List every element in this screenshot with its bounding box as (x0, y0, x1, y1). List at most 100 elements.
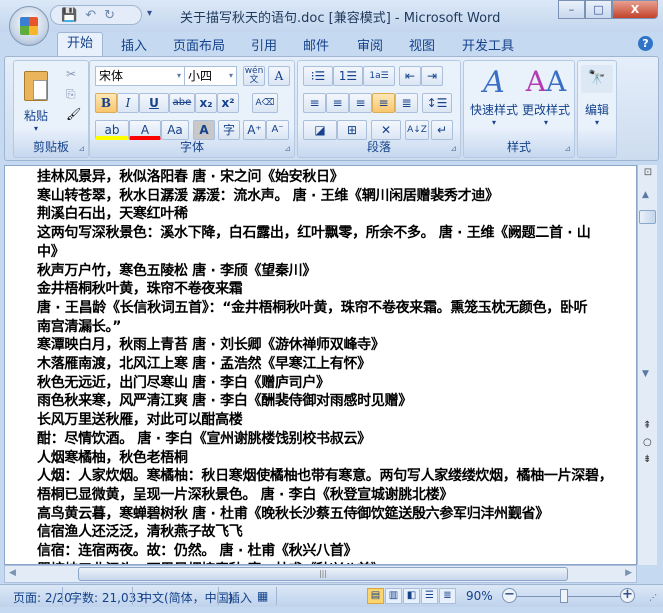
shrink-font-button[interactable]: A⁻ (266, 120, 289, 140)
document-line[interactable]: 人烟寒橘柚，秋色老梧桐 (37, 449, 627, 468)
language-indicator[interactable]: 中文(简体，中国) (140, 589, 233, 606)
dialog-launcher-icon[interactable]: ⊿ (564, 144, 571, 153)
print-layout-view-button[interactable]: ▤ (367, 588, 384, 604)
distributed-button[interactable]: ≣ (395, 93, 418, 113)
document-line[interactable]: 长风万里送秋雁，对此可以酣高楼 (37, 411, 627, 430)
character-shading-button[interactable]: A (193, 120, 215, 140)
resize-grip-icon[interactable]: ⋰ (649, 593, 657, 602)
scroll-thumb[interactable] (639, 210, 656, 224)
sort-button[interactable]: A↓Z (405, 120, 429, 140)
scroll-down-icon[interactable]: ▼ (642, 369, 649, 379)
quick-styles-button[interactable]: A 快速样式 ▾ (468, 65, 520, 127)
character-border-button[interactable]: A (268, 66, 290, 86)
dialog-launcher-icon[interactable]: ⊿ (284, 144, 291, 153)
highlight-button[interactable]: ab (95, 120, 129, 140)
align-left-button[interactable]: ≡ (303, 93, 326, 113)
change-case-button[interactable]: Aa (161, 120, 189, 140)
tab-home[interactable]: 开始 (57, 32, 103, 58)
phonetic-guide-button[interactable]: wén文 (243, 66, 265, 86)
undo-icon[interactable]: ↶ (85, 8, 96, 23)
tab-mailings[interactable]: 邮件 (303, 35, 329, 54)
document-line[interactable]: 唐 · 王昌龄《长信秋词五首》：“金井梧桐秋叶黄，珠帘不卷夜来霜。熏笼玉枕无颜色… (37, 299, 627, 318)
close-button[interactable]: X (612, 0, 658, 19)
cut-icon[interactable]: ✂ (66, 67, 76, 81)
decrease-indent-button[interactable]: ⇤ (399, 66, 421, 86)
paste-button[interactable]: 粘贴 ▾ (20, 71, 52, 133)
italic-button[interactable]: I (117, 93, 139, 113)
bullets-button[interactable]: ⁝☰ (303, 66, 333, 86)
document-line[interactable]: 挂林风景异，秋似洛阳春 唐 · 宋之问《始安秋日》 (37, 168, 627, 187)
font-size-combo[interactable]: 小四 ▾ (184, 66, 237, 86)
hscroll-thumb[interactable]: ||| (78, 567, 568, 581)
tab-view[interactable]: 视图 (409, 35, 435, 54)
document-line[interactable]: 中》 (37, 243, 627, 262)
document-line[interactable]: 信宿渔人还泛泛，清秋燕子故飞飞 (37, 523, 627, 542)
zoom-in-button[interactable]: + (620, 588, 635, 603)
web-layout-button[interactable]: ◧ (403, 588, 420, 604)
next-page-icon[interactable]: ⇟ (643, 454, 651, 465)
change-styles-button[interactable]: AA 更改样式 ▾ (520, 65, 572, 127)
subscript-button[interactable]: x₂ (195, 93, 217, 113)
office-button[interactable] (9, 6, 49, 46)
enclose-characters-button[interactable]: 字 (218, 120, 240, 140)
shading-button[interactable]: ◪ (303, 120, 337, 140)
redo-icon[interactable]: ↻ (104, 8, 115, 23)
document-line[interactable]: 雨色秋来寒，风严清江爽 唐 · 李白《酬裴侍御对雨感时见赠》 (37, 392, 627, 411)
previous-page-icon[interactable]: ⇞ (643, 420, 651, 431)
increase-indent-button[interactable]: ⇥ (421, 66, 443, 86)
bold-button[interactable]: B (95, 93, 117, 113)
document-line[interactable]: 信宿：连宿两夜。故：仍然。 唐 · 杜甫《秋兴八首》 (37, 542, 627, 561)
zoom-level[interactable]: 90% (466, 589, 493, 603)
help-icon[interactable]: ? (638, 36, 653, 51)
scroll-left-icon[interactable]: ◀ (9, 568, 16, 578)
borders-button[interactable]: ⊞ (337, 120, 367, 140)
save-icon[interactable]: 💾 (61, 8, 77, 23)
format-painter-icon[interactable]: 🖌 (66, 107, 81, 121)
underline-button[interactable]: U (139, 93, 169, 113)
zoom-slider-thumb[interactable] (560, 589, 568, 603)
document-text[interactable]: 挂林风景异，秋似洛阳春 唐 · 宋之问《始安秋日》 寒山转苍翠，秋水日潺湲 潺湲：… (37, 168, 627, 564)
font-color-button[interactable]: A (129, 120, 161, 140)
line-spacing-button[interactable]: ↕☰ (422, 93, 452, 113)
dialog-launcher-icon[interactable]: ⊿ (450, 144, 457, 153)
outline-view-button[interactable]: ☰ (421, 588, 438, 604)
scroll-right-icon[interactable]: ▶ (625, 568, 632, 578)
document-line[interactable]: 木落雁南渡，北风江上寒 唐 · 孟浩然《早寒江上有怀》 (37, 355, 627, 374)
zoom-slider-track[interactable] (516, 596, 626, 597)
document-line[interactable]: 寒山转苍翠，秋水日潺湲 潺湲：流水声。 唐 · 王维《辋川闲居赠裴秀才迪》 (37, 187, 627, 206)
customize-qat-icon[interactable]: ▾ (147, 8, 152, 19)
horizontal-scrollbar[interactable]: ◀ ||| ▶ (4, 565, 637, 583)
tab-insert[interactable]: 插入 (121, 35, 147, 54)
asian-layout-button[interactable]: ✕ (371, 120, 401, 140)
document-line[interactable]: 金井梧桐秋叶黄，珠帘不卷夜来霜 (37, 280, 627, 299)
justify-button[interactable]: ≡ (372, 93, 395, 113)
document-line[interactable]: 这两句写深秋景色：溪水下降，白石露出，红叶飘零，所余不多。 唐 · 王维《阙题二… (37, 224, 627, 243)
document-line[interactable]: 秋色无远近，出门尽寒山 唐 · 李白《赠庐司户》 (37, 374, 627, 393)
zoom-out-button[interactable]: − (502, 588, 517, 603)
tab-review[interactable]: 审阅 (357, 35, 383, 54)
macro-recording-icon[interactable]: ▦ (257, 589, 268, 603)
document-area[interactable]: 挂林风景异，秋似洛阳春 唐 · 宋之问《始安秋日》 寒山转苍翠，秋水日潺湲 潺湲：… (4, 165, 637, 565)
draft-view-button[interactable]: ≣ (439, 588, 456, 604)
strikethrough-button[interactable]: abe (169, 93, 195, 113)
clear-formatting-button[interactable]: A⌫ (252, 93, 278, 113)
document-line[interactable]: 高鸟黄云暮，寒蝉碧树秋 唐 · 杜甫《晚秋长沙蔡五侍御饮筵送殷六参军归沣州觐省》 (37, 505, 627, 524)
ruler-toggle-icon[interactable]: ⊡ (640, 167, 656, 181)
document-line[interactable]: 梧桐已显微黄，呈现一片深秋景色。 唐 · 李白《秋登宣城谢朓北楼》 (37, 486, 627, 505)
tab-developer[interactable]: 开发工具 (462, 35, 514, 54)
tab-references[interactable]: 引用 (251, 35, 277, 54)
dialog-launcher-icon[interactable]: ⊿ (78, 144, 85, 153)
superscript-button[interactable]: x² (217, 93, 239, 113)
maximize-button[interactable]: □ (585, 0, 612, 19)
scroll-up-icon[interactable]: ▲ (642, 190, 649, 200)
full-screen-reading-button[interactable]: ▥ (385, 588, 402, 604)
font-name-combo[interactable]: 宋体 ▾ (95, 66, 185, 86)
document-line[interactable]: 荆溪白石出，天寒红叶稀 (37, 205, 627, 224)
insert-mode[interactable]: 插入 (228, 589, 252, 606)
vertical-scrollbar[interactable]: ⊡ ▲ ▼ ⇞ ○ ⇟ (637, 165, 657, 565)
document-line[interactable]: 人烟：人家炊烟。寒橘柚：秋日寒烟使橘柚也带有寒意。两句写人家缕缕炊烟，橘柚一片深… (37, 467, 627, 486)
copy-icon[interactable]: ⎘ (66, 87, 76, 102)
editing-button[interactable]: 🔭 编辑 ▾ (581, 65, 613, 127)
minimize-button[interactable]: – (558, 0, 585, 19)
document-line[interactable]: 秋声万户竹，寒色五陵松 唐 · 李颀《望秦川》 (37, 262, 627, 281)
